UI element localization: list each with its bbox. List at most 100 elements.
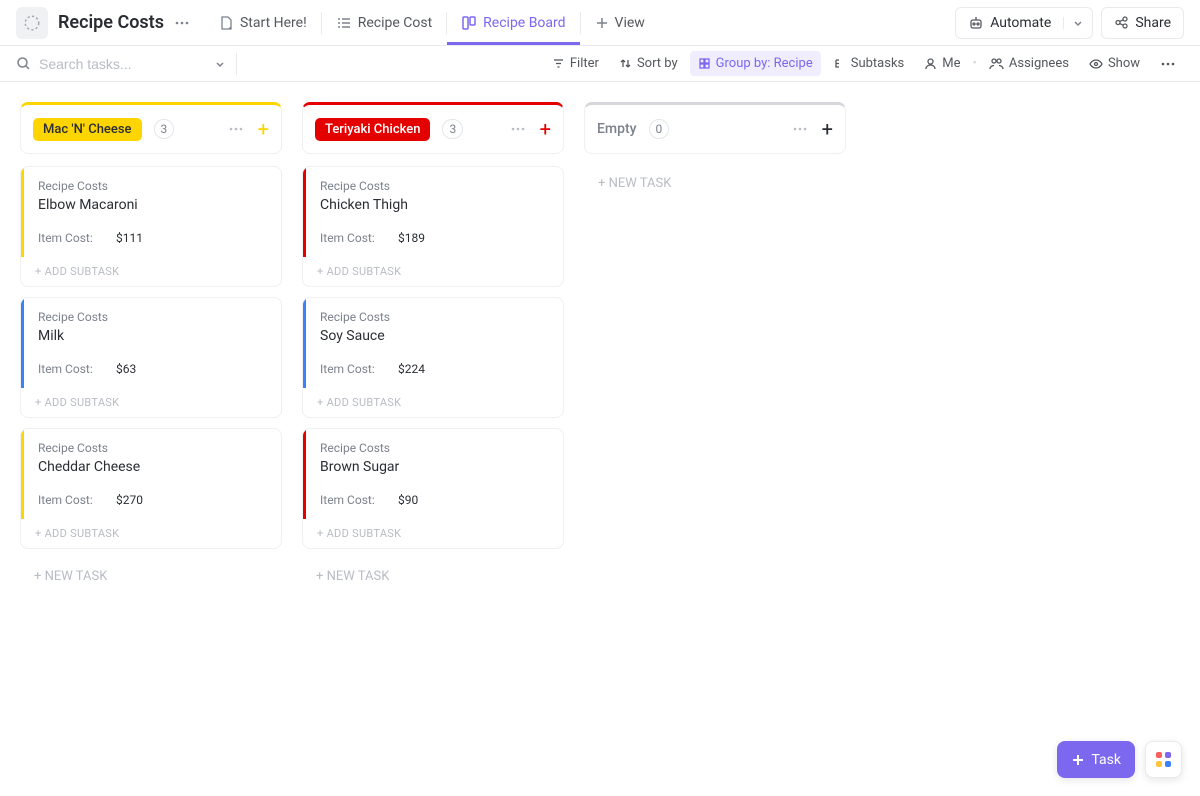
item-cost-label: Item Cost: [38, 493, 96, 507]
card-list-name: Recipe Costs [38, 441, 267, 455]
column-header[interactable]: Mac 'N' Cheese 3 + [20, 102, 282, 154]
new-task-button[interactable]: + NEW TASK [302, 559, 564, 594]
fab-label: Task [1091, 752, 1121, 768]
view-toolbar: Filter Sort by Group by: Recipe Subtasks… [0, 46, 1200, 82]
new-task-button[interactable]: + NEW TASK [584, 166, 846, 201]
column-more-icon[interactable] [792, 121, 808, 137]
plus-icon [595, 16, 609, 30]
card-title: Elbow Macaroni [38, 197, 267, 213]
column-title-pill: Mac 'N' Cheese [33, 118, 142, 141]
column-count: 3 [154, 119, 175, 139]
card-title: Cheddar Cheese [38, 459, 267, 475]
column-header[interactable]: Empty0 + [584, 102, 846, 154]
people-icon [989, 57, 1004, 70]
card-list-name: Recipe Costs [38, 179, 267, 193]
group-icon [698, 57, 711, 70]
chevron-down-icon[interactable] [1063, 17, 1092, 29]
sort-icon [619, 57, 632, 70]
search-input[interactable] [39, 56, 179, 72]
subtasks-icon [833, 57, 846, 70]
toolbar-separator [236, 53, 237, 75]
me-button[interactable]: Me [916, 51, 968, 76]
add-subtask-button[interactable]: + ADD SUBTASK [303, 388, 563, 417]
filter-label: Filter [570, 56, 599, 71]
item-cost-value: $111 [116, 231, 143, 245]
column-count: 0 [649, 119, 670, 139]
show-button[interactable]: Show [1081, 51, 1148, 76]
tab-start-here[interactable]: Start Here! [204, 0, 321, 45]
column-count: 3 [442, 119, 463, 139]
group-by-button[interactable]: Group by: Recipe [690, 51, 821, 76]
board-area: Mac 'N' Cheese 3 + Recipe Costs Elbow Mac… [0, 82, 1200, 796]
sort-label: Sort by [637, 56, 678, 71]
share-icon [1114, 15, 1129, 30]
chevron-down-icon[interactable] [214, 58, 226, 70]
board-column: Mac 'N' Cheese 3 + Recipe Costs Elbow Mac… [20, 102, 282, 594]
toolbar-more-icon[interactable] [1152, 51, 1184, 77]
item-cost-label: Item Cost: [38, 362, 96, 376]
task-card[interactable]: Recipe Costs Soy Sauce Item Cost: $224 +… [302, 297, 564, 418]
card-title: Milk [38, 328, 267, 344]
task-card[interactable]: Recipe Costs Elbow Macaroni Item Cost: $… [20, 166, 282, 287]
group-label: Group by: Recipe [716, 56, 813, 71]
doc-icon [218, 15, 234, 31]
card-title: Chicken Thigh [320, 197, 549, 213]
share-button[interactable]: Share [1101, 7, 1184, 39]
card-title: Soy Sauce [320, 328, 549, 344]
list-icon [336, 15, 352, 31]
me-label: Me [942, 56, 960, 71]
item-cost-label: Item Cost: [320, 362, 378, 376]
filter-button[interactable]: Filter [544, 51, 607, 76]
automate-button[interactable]: Automate [955, 7, 1093, 39]
add-subtask-button[interactable]: + ADD SUBTASK [21, 257, 281, 286]
column-add-icon[interactable]: + [258, 117, 269, 141]
automate-label: Automate [990, 15, 1051, 31]
robot-icon [968, 15, 984, 31]
card-list-name: Recipe Costs [38, 310, 267, 324]
item-cost-label: Item Cost: [320, 493, 378, 507]
column-add-icon[interactable]: + [822, 117, 833, 141]
assignees-button[interactable]: Assignees [981, 51, 1077, 76]
board-icon [461, 15, 477, 31]
subtasks-label: Subtasks [851, 56, 905, 71]
task-card[interactable]: Recipe Costs Milk Item Cost: $63 + ADD S… [20, 297, 282, 418]
item-cost-value: $189 [398, 231, 425, 245]
page-title: Recipe Costs [58, 12, 164, 33]
show-label: Show [1108, 56, 1140, 71]
add-subtask-button[interactable]: + ADD SUBTASK [21, 519, 281, 548]
subtasks-button[interactable]: Subtasks [825, 51, 913, 76]
plus-icon [1071, 753, 1085, 767]
column-more-icon[interactable] [510, 121, 526, 137]
item-cost-label: Item Cost: [320, 231, 378, 245]
sort-button[interactable]: Sort by [611, 51, 686, 76]
view-tabs: Start Here! Recipe Cost Recipe Board Vie… [204, 0, 659, 45]
card-title: Brown Sugar [320, 459, 549, 475]
column-add-icon[interactable]: + [540, 117, 551, 141]
board-column: Teriyaki Chicken 3 + Recipe Costs Chicken… [302, 102, 564, 594]
tab-recipe-cost[interactable]: Recipe Cost [322, 0, 446, 45]
tab-label: Recipe Cost [358, 15, 432, 31]
add-subtask-button[interactable]: + ADD SUBTASK [21, 388, 281, 417]
item-cost-value: $63 [116, 362, 136, 376]
add-view-button[interactable]: View [581, 0, 659, 45]
card-list-name: Recipe Costs [320, 310, 549, 324]
item-cost-value: $90 [398, 493, 418, 507]
add-view-label: View [615, 15, 645, 31]
new-task-fab[interactable]: Task [1057, 741, 1135, 778]
item-cost-value: $224 [398, 362, 425, 376]
task-card[interactable]: Recipe Costs Cheddar Cheese Item Cost: $… [20, 428, 282, 549]
new-task-button[interactable]: + NEW TASK [20, 559, 282, 594]
apps-fab[interactable] [1145, 741, 1182, 778]
floating-actions: Task [1057, 741, 1182, 778]
title-more-icon[interactable] [172, 13, 192, 33]
add-subtask-button[interactable]: + ADD SUBTASK [303, 519, 563, 548]
column-title-pill: Teriyaki Chicken [315, 118, 430, 141]
workspace-icon[interactable] [16, 7, 48, 39]
column-more-icon[interactable] [228, 121, 244, 137]
task-card[interactable]: Recipe Costs Brown Sugar Item Cost: $90 … [302, 428, 564, 549]
add-subtask-button[interactable]: + ADD SUBTASK [303, 257, 563, 286]
tab-recipe-board[interactable]: Recipe Board [447, 0, 579, 45]
column-header[interactable]: Teriyaki Chicken 3 + [302, 102, 564, 154]
task-card[interactable]: Recipe Costs Chicken Thigh Item Cost: $1… [302, 166, 564, 287]
tab-label: Recipe Board [483, 15, 565, 31]
